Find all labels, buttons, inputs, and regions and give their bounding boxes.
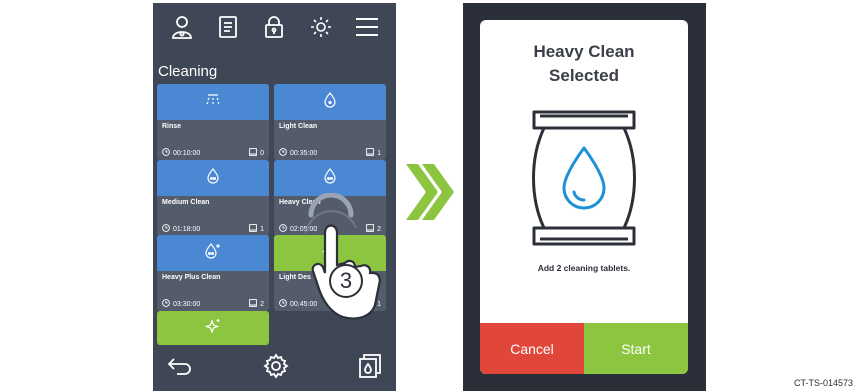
- drops-icon: [206, 167, 220, 189]
- program-tile-heavy-plus-clean[interactable]: Heavy Plus Clean 03:30:00 2: [157, 235, 269, 311]
- tile-header: [274, 160, 386, 196]
- tile-header: [157, 160, 269, 196]
- section-title: Cleaning: [158, 63, 218, 80]
- clock-icon: [162, 299, 170, 309]
- drop-icon: [323, 91, 337, 113]
- clock-icon: [162, 224, 170, 234]
- program-duration: 00:10:00: [173, 149, 201, 157]
- program-duration: 03:30:00: [173, 300, 201, 308]
- reference-code: CT-TS-014573: [793, 378, 853, 388]
- step-number-badge: 3: [329, 264, 363, 298]
- drops-plus-icon: [204, 242, 222, 264]
- tablet-count: 1: [377, 149, 381, 157]
- program-name: Heavy Plus Clean: [162, 274, 221, 281]
- oven-screen-program-list: Cleaning Rinse 00:10:00 0 Light Clean 00…: [153, 3, 396, 391]
- program-tile-light-clean[interactable]: Light Clean 00:35:00 1: [274, 84, 386, 160]
- tablet-icon: [366, 148, 374, 158]
- lock-icon[interactable]: [260, 13, 288, 41]
- program-name: Medium Clean: [162, 199, 210, 206]
- tablet-icon: [249, 224, 257, 234]
- menu-icon[interactable]: [353, 13, 381, 41]
- oven-screen-confirmation: Heavy Clean Selected Add 2 cleaning tabl…: [463, 3, 706, 391]
- back-icon[interactable]: [167, 356, 193, 381]
- sparkle-icon: [204, 318, 221, 339]
- program-duration: 00:35:00: [290, 149, 318, 157]
- program-duration: 01:18:00: [173, 225, 201, 233]
- tablet-count: 0: [260, 149, 264, 157]
- brightness-icon[interactable]: [307, 13, 335, 41]
- dialog-message: Add 2 cleaning tablets.: [537, 263, 631, 273]
- clock-icon: [279, 148, 287, 158]
- start-button[interactable]: Start: [584, 323, 688, 374]
- document-icon[interactable]: [214, 13, 242, 41]
- tapping-hand-icon: [301, 192, 383, 328]
- bottom-toolbar: [153, 345, 396, 391]
- spray-icon: [205, 93, 221, 112]
- clock-icon: [279, 299, 287, 309]
- program-tile-medium-clean[interactable]: Medium Clean 01:18:00 1: [157, 160, 269, 236]
- tile-header: [274, 84, 386, 120]
- program-tile-partial[interactable]: [157, 311, 269, 345]
- top-toolbar: [153, 3, 396, 51]
- tablet-icon: [249, 299, 257, 309]
- cleaning-tablet-bag-icon: [530, 106, 638, 255]
- tablet-box-icon[interactable]: [358, 353, 382, 384]
- program-name: Rinse: [162, 123, 182, 130]
- confirmation-dialog: Heavy Clean Selected Add 2 cleaning tabl…: [480, 20, 688, 374]
- clock-icon: [279, 224, 287, 234]
- tile-header: [157, 84, 269, 120]
- settings-icon[interactable]: [262, 352, 289, 384]
- drops-icon: [323, 167, 337, 189]
- program-tile-rinse[interactable]: Rinse 00:10:00 0: [157, 84, 269, 160]
- tile-header: [157, 235, 269, 271]
- clock-icon: [162, 148, 170, 158]
- dialog-title-line2: Selected: [549, 66, 619, 85]
- tablet-count: 1: [260, 225, 264, 233]
- tablet-icon: [249, 148, 257, 158]
- tablet-count: 2: [260, 300, 264, 308]
- double-chevron-right-icon: [404, 162, 456, 227]
- cancel-button[interactable]: Cancel: [480, 323, 584, 374]
- program-name: Light Clean: [279, 123, 318, 130]
- dialog-title: Heavy Clean Selected: [480, 40, 688, 88]
- tile-header: [157, 311, 269, 345]
- dialog-title-line1: Heavy Clean: [533, 42, 635, 61]
- user-icon[interactable]: [168, 13, 196, 41]
